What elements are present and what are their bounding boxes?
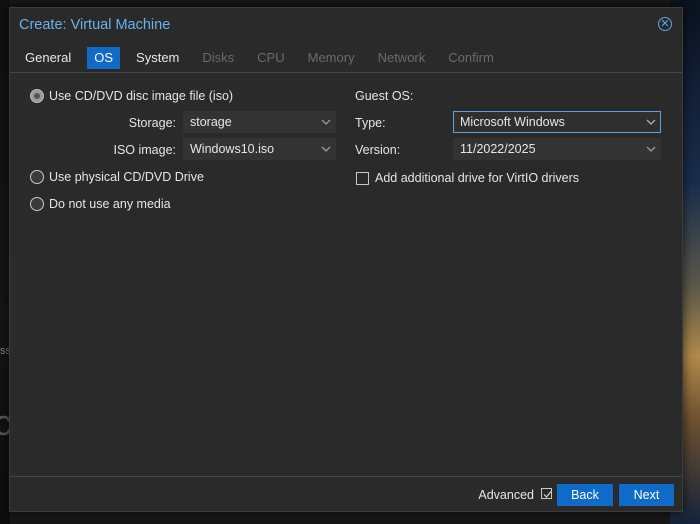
dialog-title: Create: Virtual Machine xyxy=(19,17,171,33)
storage-select[interactable]: storage xyxy=(183,111,336,133)
os-type-select[interactable]: Microsoft Windows xyxy=(453,111,661,133)
chevron-down-icon[interactable] xyxy=(317,146,335,152)
radio-no-media[interactable]: Do not use any media xyxy=(30,197,171,211)
radio-use-iso[interactable]: Use CD/DVD disc image file (iso) xyxy=(30,89,233,103)
chevron-down-icon[interactable] xyxy=(317,119,335,125)
chevron-down-icon[interactable] xyxy=(642,119,660,125)
tab-general[interactable]: General xyxy=(18,47,78,69)
advanced-checkbox[interactable] xyxy=(541,488,552,499)
os-type-label: Type: xyxy=(355,116,386,130)
radio-button[interactable] xyxy=(30,197,44,211)
radio-label: Use CD/DVD disc image file (iso) xyxy=(49,89,234,103)
close-icon[interactable]: ✕ xyxy=(658,17,672,31)
storage-label: Storage: xyxy=(128,116,176,130)
os-panel: Use CD/DVD disc image file (iso) Storage… xyxy=(10,73,682,477)
iso-image-select[interactable]: Windows10.iso xyxy=(183,138,336,160)
tab-disks: Disks xyxy=(202,50,235,65)
chevron-down-icon[interactable] xyxy=(642,146,660,152)
os-version-select[interactable]: 11/2022/2025 xyxy=(453,138,661,160)
advanced-label: Advanced xyxy=(478,488,534,502)
iso-image-value: Windows10.iso xyxy=(190,142,275,156)
os-type-value: Microsoft Windows xyxy=(460,115,565,129)
radio-button[interactable] xyxy=(30,170,44,184)
tab-os[interactable]: OS xyxy=(87,47,121,69)
os-version-value: 11/2022/2025 xyxy=(460,142,536,156)
radio-label: Use physical CD/DVD Drive xyxy=(49,170,204,184)
guest-os-heading: Guest OS: xyxy=(355,89,414,103)
virtio-drive-checkbox-row[interactable]: Add additional drive for VirtIO drivers xyxy=(356,171,579,185)
tab-confirm: Confirm xyxy=(448,50,494,65)
radio-physical-drive[interactable]: Use physical CD/DVD Drive xyxy=(30,170,204,184)
dialog-footer: Advanced Back Next xyxy=(10,477,682,511)
tab-cpu: CPU xyxy=(257,50,285,65)
radio-label: Do not use any media xyxy=(49,197,171,211)
wizard-tabs: General OS System Disks CPU Memory Netwo… xyxy=(18,47,510,69)
iso-image-label: ISO image: xyxy=(113,143,176,157)
tab-memory: Memory xyxy=(307,50,355,65)
checkmark-icon xyxy=(543,491,552,498)
back-button[interactable]: Back xyxy=(557,484,613,506)
create-vm-dialog: Create: Virtual Machine ✕ General OS Sys… xyxy=(9,7,683,512)
virtio-label: Add additional drive for VirtIO drivers xyxy=(375,171,580,185)
tab-network: Network xyxy=(377,50,426,65)
tab-system[interactable]: System xyxy=(129,47,186,69)
radio-button-checked[interactable] xyxy=(30,89,44,103)
dialog-titlebar: Create: Virtual Machine ✕ xyxy=(10,8,682,42)
next-button[interactable]: Next xyxy=(619,484,674,506)
os-version-label: Version: xyxy=(355,143,401,157)
virtio-checkbox[interactable] xyxy=(356,171,369,185)
storage-value: storage xyxy=(190,115,232,129)
